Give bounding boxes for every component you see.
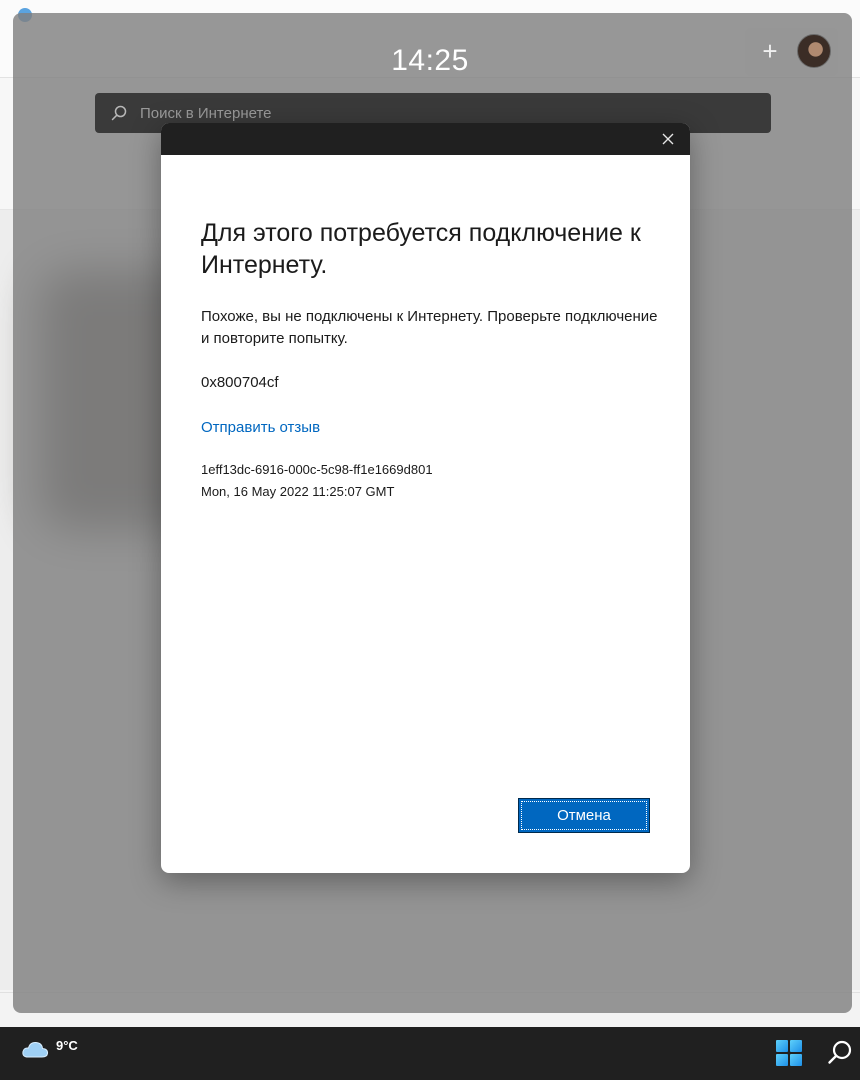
dialog-message: Похоже, вы не подключены к Интернету. Пр…: [201, 308, 658, 347]
connection-error-dialog: Для этого потребуется подключение к Инте…: [161, 123, 690, 873]
cancel-button[interactable]: Отмена: [518, 798, 650, 833]
dialog-body: Для этого потребуется подключение к Инте…: [201, 155, 661, 503]
diagnostic-id: 1eff13dc-6916-000c-5c98-ff1e1669d801: [201, 462, 433, 477]
close-icon[interactable]: [660, 131, 676, 147]
cancel-button-label: Отмена: [557, 807, 611, 824]
search-icon: [111, 105, 127, 121]
dialog-titlebar: [161, 123, 690, 155]
error-code: 0x800704cf: [201, 374, 279, 391]
send-feedback-link[interactable]: Отправить отзыв: [201, 417, 320, 439]
taskbar: 9°C: [0, 1027, 860, 1080]
diagnostic-timestamp: Mon, 16 May 2022 11:25:07 GMT: [201, 484, 395, 499]
search-icon[interactable]: [826, 1039, 854, 1067]
search-placeholder: Поиск в Интернете: [140, 105, 272, 122]
windows-start-icon[interactable]: [776, 1040, 804, 1068]
weather-temperature[interactable]: 9°C: [56, 1038, 78, 1053]
dialog-heading: Для этого потребуется подключение к Инте…: [201, 219, 641, 279]
widgets-clock: 14:25: [391, 44, 469, 77]
widgets-header-controls: +: [745, 28, 838, 76]
cloud-icon[interactable]: [21, 1039, 49, 1059]
avatar[interactable]: [797, 34, 831, 68]
plus-icon: +: [762, 36, 778, 66]
add-widget-button[interactable]: +: [759, 38, 781, 66]
